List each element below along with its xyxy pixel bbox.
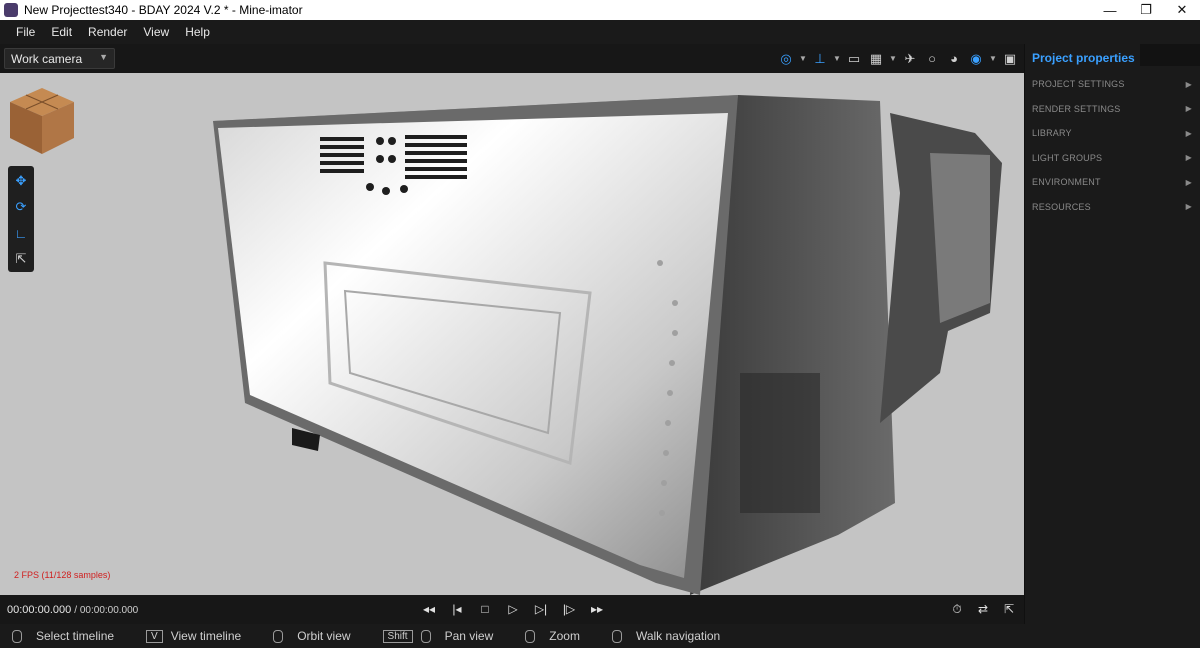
hint-label: Pan view (444, 629, 494, 643)
close-icon[interactable]: ✕ (1164, 0, 1200, 20)
camera-select-value: Work camera (11, 51, 83, 66)
chevron-down-icon[interactable]: ▼ (988, 49, 998, 69)
chevron-right-icon: ▶ (1185, 79, 1192, 89)
section-environment[interactable]: ENVIRONMENT ▶ (1025, 170, 1200, 195)
chevron-down-icon[interactable]: ▼ (888, 49, 898, 69)
split-view-icon[interactable]: ▣ (1000, 49, 1020, 69)
texture-shading-icon[interactable]: ◕ (944, 49, 964, 69)
mouse-right-icon (273, 629, 284, 643)
key-v: V (146, 629, 163, 643)
section-label: LIGHT GROUPS (1032, 152, 1103, 163)
hint-label: Walk navigation (635, 629, 721, 643)
menu-bar: File Edit Render View Help (0, 20, 1200, 44)
popout-icon[interactable]: ⇱ (998, 599, 1020, 619)
hint-label: Orbit view (297, 629, 351, 643)
scene-render (0, 73, 1024, 595)
viewport[interactable]: ✥ ⟳ ∟ ⇱ 2 FPS (11/128 samples) (0, 73, 1024, 595)
hint-select-timeline: Select timeline (12, 629, 114, 643)
grid-icon[interactable]: ▦ (866, 49, 886, 69)
chevron-right-icon: ▶ (1185, 202, 1192, 212)
restore-icon[interactable]: ❐ (1128, 0, 1164, 20)
menu-file[interactable]: File (8, 25, 43, 39)
aspect-ratio-icon[interactable]: ▭ (844, 49, 864, 69)
properties-panel: Project properties PROJECT SETTINGS ▶ REN… (1024, 44, 1200, 624)
hint-label: Zoom (549, 629, 580, 643)
key-shift: Shift (382, 629, 413, 643)
timecode: 00:00:00.000 / 00:00:00.000 (7, 604, 138, 616)
mouse-right-icon (611, 629, 622, 643)
loop-icon[interactable]: ⇄ (972, 599, 994, 619)
camera-select[interactable]: Work camera ▼ (4, 48, 115, 69)
timeline-bar: 00:00:00.000 / 00:00:00.000 ◂◂ |◂ □ ▷ ▷|… (0, 595, 1024, 624)
section-resources[interactable]: RESOURCES ▶ (1025, 195, 1200, 220)
chevron-right-icon: ▶ (1185, 104, 1192, 114)
snap-icon[interactable]: ◎ (776, 49, 796, 69)
previous-frame-icon[interactable]: |◂ (446, 599, 468, 619)
hint-pan-view: Shift Pan view (382, 629, 494, 643)
hint-orbit-view: Orbit view (273, 629, 351, 643)
view-cube[interactable] (8, 86, 76, 156)
mouse-wheel-icon (525, 629, 536, 643)
jump-end-icon[interactable]: |▷ (558, 599, 580, 619)
transform-tool-icon[interactable]: ⇱ (10, 248, 32, 270)
window-title: New Projecttest340 - BDAY 2024 V.2 * - M… (24, 3, 303, 17)
gizmo-icon[interactable]: ⊥ (810, 49, 830, 69)
minimize-icon[interactable]: — (1092, 0, 1128, 20)
current-time: 00:00:00.000 (7, 604, 72, 616)
chevron-down-icon: ▼ (99, 52, 108, 62)
section-label: PROJECT SETTINGS (1032, 79, 1125, 90)
chevron-right-icon: ▶ (1185, 128, 1192, 138)
menu-help[interactable]: Help (177, 25, 218, 39)
tab-empty-slot[interactable] (1140, 44, 1200, 66)
title-bar: New Projecttest340 - BDAY 2024 V.2 * - M… (0, 0, 1200, 20)
render-shading-icon[interactable]: ◉ (966, 49, 986, 69)
section-render-settings[interactable]: RENDER SETTINGS ▶ (1025, 97, 1200, 122)
section-light-groups[interactable]: LIGHT GROUPS ▶ (1025, 146, 1200, 171)
hint-label: View timeline (170, 629, 242, 643)
mouse-right-icon (420, 629, 431, 643)
chevron-down-icon[interactable]: ▼ (798, 49, 808, 69)
particles-icon[interactable]: ✈ (900, 49, 920, 69)
next-frame-icon[interactable]: ▷| (530, 599, 552, 619)
hint-label: Select timeline (36, 629, 115, 643)
total-time: / 00:00:00.000 (74, 605, 139, 616)
section-label: ENVIRONMENT (1032, 177, 1101, 188)
stopwatch-icon[interactable]: ⏱ (946, 599, 968, 619)
play-icon[interactable]: ▷ (502, 599, 524, 619)
bend-icon[interactable]: ∟ (10, 222, 32, 244)
app-icon (4, 3, 18, 17)
tab-project-properties[interactable]: Project properties (1025, 44, 1135, 72)
section-library[interactable]: LIBRARY ▶ (1025, 121, 1200, 146)
section-label: LIBRARY (1032, 128, 1072, 139)
fast-forward-icon[interactable]: ▸▸ (586, 599, 608, 619)
hint-walk-navigation: Walk navigation (611, 629, 721, 643)
section-label: RESOURCES (1032, 201, 1091, 212)
chevron-down-icon[interactable]: ▼ (832, 49, 842, 69)
mouse-left-icon (12, 629, 22, 643)
chevron-right-icon: ▶ (1185, 177, 1192, 187)
flat-shading-icon[interactable]: ○ (922, 49, 942, 69)
menu-view[interactable]: View (135, 25, 177, 39)
fps-counter: 2 FPS (11/128 samples) (14, 570, 111, 580)
stop-icon[interactable]: □ (474, 599, 496, 619)
menu-render[interactable]: Render (80, 25, 135, 39)
move-icon[interactable]: ✥ (10, 170, 32, 192)
menu-edit[interactable]: Edit (43, 25, 80, 39)
section-label: RENDER SETTINGS (1032, 103, 1121, 114)
status-bar: Select timeline V View timeline Orbit vi… (0, 624, 1200, 648)
jump-start-icon[interactable]: ◂◂ (418, 599, 440, 619)
transform-toolbox: ✥ ⟳ ∟ ⇱ (8, 166, 34, 272)
viewport-toolbar: Work camera ▼ ◎ ▼ ⊥ ▼ ▭ ▦ ▼ ✈ ○ ◕ ◉ ▼ ▣ (0, 44, 1024, 73)
chevron-right-icon: ▶ (1185, 153, 1192, 163)
hint-view-timeline: V View timeline (146, 629, 241, 643)
hint-zoom: Zoom (525, 629, 580, 643)
section-project-settings[interactable]: PROJECT SETTINGS ▶ (1025, 72, 1200, 97)
rotate-icon[interactable]: ⟳ (10, 196, 32, 218)
